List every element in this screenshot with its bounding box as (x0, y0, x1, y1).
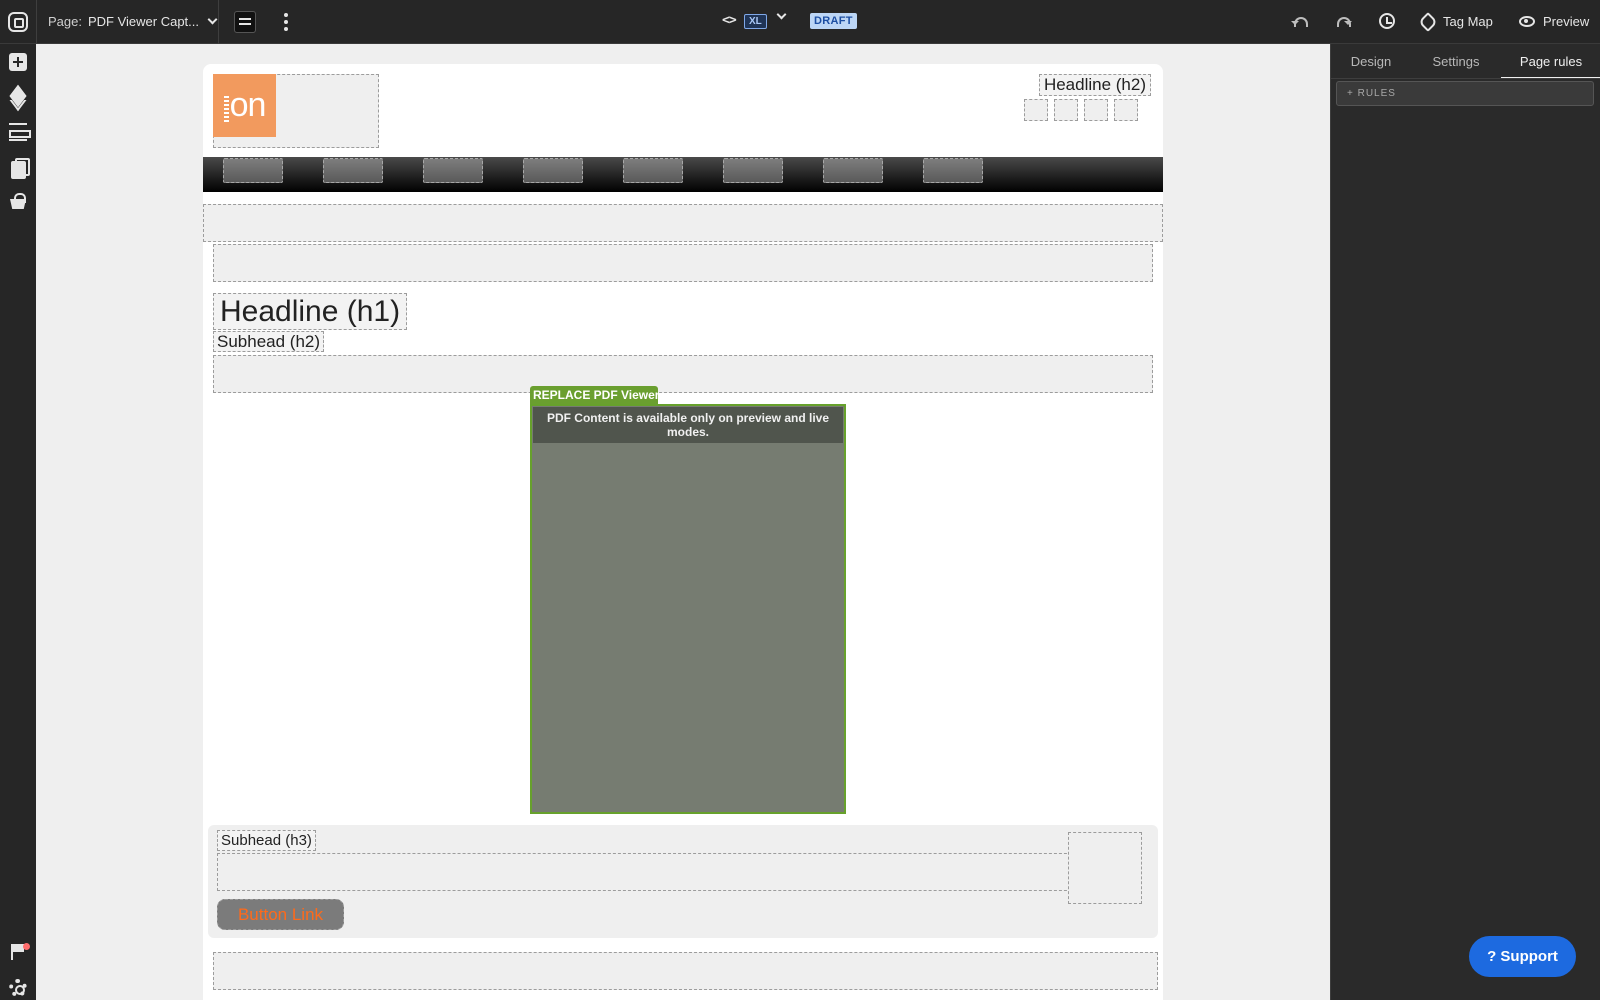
logo-container[interactable]: on (213, 74, 379, 148)
brand-logo[interactable]: on (213, 74, 276, 137)
breakpoint-badge[interactable]: XL (744, 14, 767, 29)
page-selector-label: Page: (48, 14, 82, 29)
gear-icon[interactable] (9, 979, 27, 997)
pages-icon[interactable] (9, 158, 30, 179)
add-rules-button[interactable]: + RULES (1336, 81, 1594, 106)
draft-status-badge: DRAFT (810, 13, 857, 29)
toolbar-divider (36, 0, 37, 44)
tab-design[interactable]: Design (1331, 44, 1411, 79)
properties-panel: Design Settings Page rules + RULES (1330, 44, 1600, 1000)
pdf-viewer-tag[interactable]: REPLACE PDF Viewer (530, 386, 659, 404)
code-icon[interactable]: <> (722, 13, 737, 28)
nav-item[interactable] (523, 158, 583, 183)
nav-item[interactable] (823, 158, 883, 183)
nav-item[interactable] (323, 158, 383, 183)
preview-label: Preview (1543, 14, 1590, 29)
redo-icon[interactable] (1335, 12, 1353, 30)
pdf-viewer[interactable]: PDF Content is available only on preview… (530, 404, 846, 814)
navigation-bar (203, 157, 1163, 192)
headline-h1[interactable]: Headline (h1) (213, 293, 408, 330)
nav-item[interactable] (723, 158, 783, 183)
layers-icon[interactable] (9, 88, 27, 106)
page-preview[interactable]: on Headline (h2) Headline (h1) Subhead (… (203, 64, 1163, 1000)
tab-divider (1331, 78, 1600, 79)
social-icon-placeholder[interactable] (1084, 99, 1108, 121)
support-button[interactable]: ? Support (1469, 936, 1576, 977)
footer-section[interactable]: Subhead (h3) Button Link (208, 825, 1158, 938)
preview-button[interactable]: Preview (1519, 14, 1589, 29)
nav-item[interactable] (623, 158, 683, 183)
history-icon[interactable] (1379, 13, 1395, 29)
add-element-icon[interactable] (9, 53, 27, 71)
app-logo-icon[interactable] (8, 12, 28, 32)
button-link[interactable]: Button Link (217, 899, 344, 930)
store-basket-icon[interactable] (9, 193, 27, 211)
tag-map-label: Tag Map (1443, 14, 1493, 29)
text-block-placeholder[interactable] (213, 355, 1153, 393)
text-block-placeholder[interactable] (213, 952, 1158, 990)
toolbar-divider (218, 0, 219, 44)
nav-item[interactable] (923, 158, 983, 183)
subhead-h3[interactable]: Subhead (h3) (217, 830, 316, 851)
tag-icon (1418, 11, 1438, 32)
page-selector[interactable]: Page: PDF Viewer Capt... (48, 14, 218, 29)
social-icon-placeholder[interactable] (1114, 99, 1138, 121)
top-toolbar: Page: PDF Viewer Capt... <> XL DRAFT Tag … (0, 0, 1600, 44)
social-icon-placeholder[interactable] (1054, 99, 1078, 121)
logo-text: on (229, 86, 267, 124)
breakpoint-chevron-icon[interactable] (776, 9, 787, 20)
tab-settings[interactable]: Settings (1411, 44, 1501, 79)
more-options-icon[interactable] (284, 13, 288, 31)
nav-item[interactable] (423, 158, 483, 183)
pdf-unavailable-message: PDF Content is available only on preview… (533, 407, 843, 443)
notification-dot (23, 943, 30, 950)
banner-placeholder[interactable] (203, 204, 1163, 242)
text-block-placeholder[interactable] (213, 244, 1153, 282)
undo-icon[interactable] (1290, 12, 1308, 30)
tab-page-rules[interactable]: Page rules (1501, 44, 1600, 79)
page-selector-value: PDF Viewer Capt... (87, 14, 200, 29)
layout-toggle-button[interactable] (234, 11, 256, 33)
subhead-h2[interactable]: Subhead (h2) (213, 331, 325, 352)
tag-map-button[interactable]: Tag Map (1418, 11, 1493, 32)
social-icon-placeholder[interactable] (1024, 99, 1048, 121)
sections-icon[interactable] (9, 123, 31, 141)
text-block-placeholder[interactable] (217, 853, 1097, 891)
editor-canvas[interactable]: on Headline (h2) Headline (h1) Subhead (… (36, 44, 1330, 1000)
image-placeholder[interactable] (1068, 832, 1142, 904)
nav-item[interactable] (223, 158, 283, 183)
eye-icon (1519, 16, 1535, 27)
left-sidebar (0, 44, 36, 1000)
header-headline-h2[interactable]: Headline (h2) (1038, 74, 1151, 96)
chevron-down-icon (207, 14, 218, 25)
